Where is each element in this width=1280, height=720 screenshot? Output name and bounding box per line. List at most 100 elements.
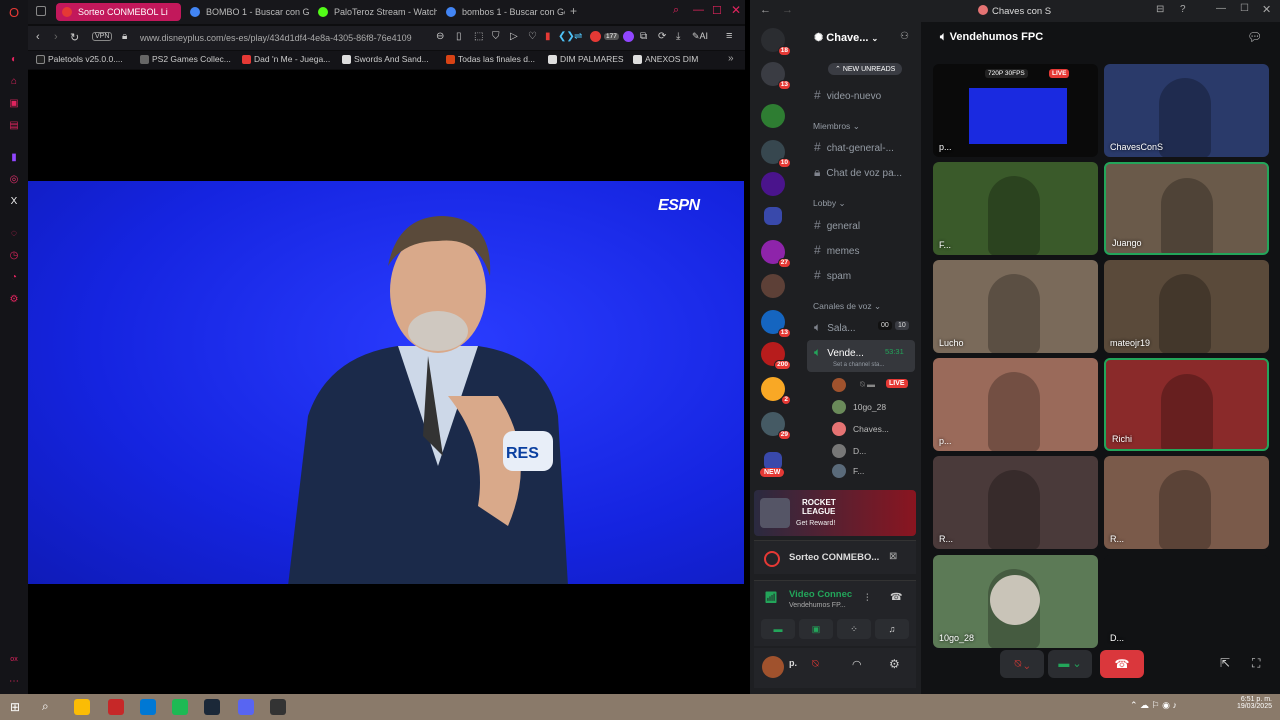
headphones-icon[interactable]: ◠: [852, 658, 862, 671]
voice-user-name[interactable]: Chaves...: [853, 424, 889, 434]
channel-memes[interactable]: # memes: [814, 243, 859, 257]
back-button[interactable]: ←: [760, 4, 771, 16]
minimize-button[interactable]: —: [693, 4, 704, 16]
video-tile[interactable]: R...: [1104, 456, 1269, 549]
heart-icon[interactable]: ♡: [528, 31, 537, 42]
mute-toggle[interactable]: ⍉ ⌄: [1000, 650, 1044, 678]
x-icon[interactable]: X: [7, 194, 21, 208]
channel-video-nuevo[interactable]: # video-nuevo: [814, 88, 881, 102]
server-icon[interactable]: [761, 104, 785, 128]
video-tile[interactable]: Lucho: [933, 260, 1098, 353]
tab-2[interactable]: BOMBO 1 - Buscar con Go: [184, 3, 309, 21]
extension-icon-4[interactable]: [590, 31, 601, 42]
chat-icon[interactable]: 💬︎: [1247, 30, 1262, 44]
snapshot-icon[interactable]: ⬚: [474, 31, 483, 42]
sidebar-more-icon[interactable]: ⋯: [7, 674, 21, 688]
activities-button[interactable]: ⁘: [837, 619, 871, 639]
sync-icon[interactable]: ⟳: [658, 31, 666, 42]
avatar[interactable]: [832, 444, 846, 458]
camera-toggle[interactable]: ▬ ⌄: [1048, 650, 1092, 678]
opera-icon[interactable]: [108, 699, 124, 715]
server-icon[interactable]: [761, 274, 785, 298]
video-tile[interactable]: 720P 30FPS LIVE p...: [933, 64, 1098, 157]
url-input[interactable]: www.disneyplus.com/es-es/play/434d1df4-4…: [140, 31, 430, 45]
avatar[interactable]: [762, 656, 784, 678]
server-icon[interactable]: 13: [761, 62, 791, 90]
user-settings-icon[interactable]: ⚙: [889, 657, 900, 671]
video-tile[interactable]: Richi: [1104, 358, 1269, 451]
server-icon[interactable]: 10: [761, 140, 791, 168]
category-members[interactable]: Miembros ⌄: [813, 121, 860, 132]
channel-status-input[interactable]: Set a channel sta...: [833, 362, 884, 368]
zoom-icon[interactable]: ⊖: [436, 31, 444, 42]
extension-icon-3[interactable]: ⇌: [574, 31, 582, 42]
tab-3[interactable]: PaloTeroz Stream - Watch: [312, 3, 437, 21]
server-icon[interactable]: 27: [761, 240, 791, 268]
clock[interactable]: 6:51 p. m. 19/03/2025: [1230, 696, 1272, 710]
video-tile[interactable]: Juango: [1104, 162, 1269, 255]
discord-icon[interactable]: [238, 699, 254, 715]
sidebar-icon-5[interactable]: ◌: [7, 226, 21, 240]
video-frame[interactable]: ESPN RES: [28, 181, 744, 584]
help-icon[interactable]: ?: [1180, 4, 1186, 15]
channel-chat-general[interactable]: # chat-general-...: [814, 140, 894, 154]
channel-spam[interactable]: # spam: [814, 268, 851, 282]
server-icon[interactable]: 2: [761, 377, 791, 405]
server-icon[interactable]: 13: [761, 310, 791, 338]
forward-button[interactable]: →: [782, 4, 793, 16]
bookmark-icon[interactable]: ▯: [456, 31, 462, 42]
tab-1[interactable]: Sorteo CONMEBOL Li: [56, 3, 181, 21]
tab-4[interactable]: bombos 1 - Buscar con Go: [440, 3, 565, 21]
bookmark-item[interactable]: Dad 'n Me - Juega...: [242, 54, 330, 64]
bookmark-item[interactable]: Swords And Sand...: [342, 54, 429, 64]
opera-logo-icon[interactable]: O: [7, 5, 21, 20]
avatar[interactable]: [832, 464, 846, 478]
close-activity-icon[interactable]: ⊠: [889, 551, 897, 562]
video-tile[interactable]: 10go_28: [933, 555, 1098, 648]
channel-chat-de-voz[interactable]: 🔒︎ Chat de voz pa...: [814, 165, 902, 180]
settings-icon[interactable]: ⚙: [7, 292, 21, 306]
vpn-badge[interactable]: VPN: [92, 32, 113, 41]
avatar[interactable]: [832, 378, 846, 392]
tab-menu-icon[interactable]: [36, 6, 46, 16]
category-lobby[interactable]: Lobby ⌄: [813, 198, 846, 209]
extension-icon-1[interactable]: ▮: [545, 31, 551, 42]
screen-share-button[interactable]: ▣: [799, 619, 833, 639]
avatar[interactable]: [832, 400, 846, 414]
disconnect-icon[interactable]: ☎: [890, 592, 902, 603]
sidebar-icon-8[interactable]: ox: [7, 652, 21, 666]
video-tile[interactable]: p...: [933, 358, 1098, 451]
back-button[interactable]: ‹: [36, 31, 40, 43]
maximize-button[interactable]: ☐: [712, 4, 722, 17]
server-icon[interactable]: 29: [761, 412, 791, 440]
extensions-icon[interactable]: ⧉: [640, 31, 647, 42]
instagram-icon[interactable]: ◎: [7, 172, 21, 186]
minimize-button[interactable]: —: [1216, 3, 1226, 14]
video-tile[interactable]: ChavesConS: [1104, 64, 1269, 157]
video-tile[interactable]: R...: [933, 456, 1098, 549]
obs-icon[interactable]: [270, 699, 286, 715]
rocket-league-promo[interactable]: ROCKET LEAGUE Get Reward!: [754, 490, 916, 536]
signal-icon[interactable]: 📶︎: [764, 591, 778, 604]
reload-button[interactable]: ↻: [70, 31, 79, 44]
twitch-icon[interactable]: ▮: [7, 150, 21, 164]
extension-badge[interactable]: 177: [604, 33, 619, 40]
lock-icon[interactable]: 🔒︎: [122, 31, 127, 42]
server-icon[interactable]: 200: [761, 342, 791, 370]
fullscreen-icon[interactable]: ⛶: [1252, 656, 1260, 671]
sidebar-icon-1[interactable]: ◐: [7, 52, 21, 66]
soundboard-button[interactable]: ♫: [875, 619, 909, 639]
category-voice[interactable]: Canales de voz ⌄: [813, 301, 881, 312]
sidebar-icon-3[interactable]: ▣: [7, 96, 21, 110]
folder-icon[interactable]: [764, 207, 782, 225]
voice-user-name[interactable]: F...: [853, 466, 864, 476]
avatar[interactable]: [832, 422, 846, 436]
maximize-button[interactable]: ☐: [1240, 3, 1249, 14]
bookmark-item[interactable]: Paletools v25.0.0....: [36, 54, 123, 64]
sidebar-icon-2[interactable]: ⌂: [7, 74, 21, 88]
server-name-header[interactable]: ✺ Chave... ⌄: [814, 31, 878, 44]
close-button[interactable]: ✕: [1262, 3, 1271, 16]
extension-icon-5[interactable]: [623, 31, 634, 42]
close-button[interactable]: ✕: [731, 3, 741, 17]
bookmarks-more-icon[interactable]: »: [728, 53, 734, 64]
